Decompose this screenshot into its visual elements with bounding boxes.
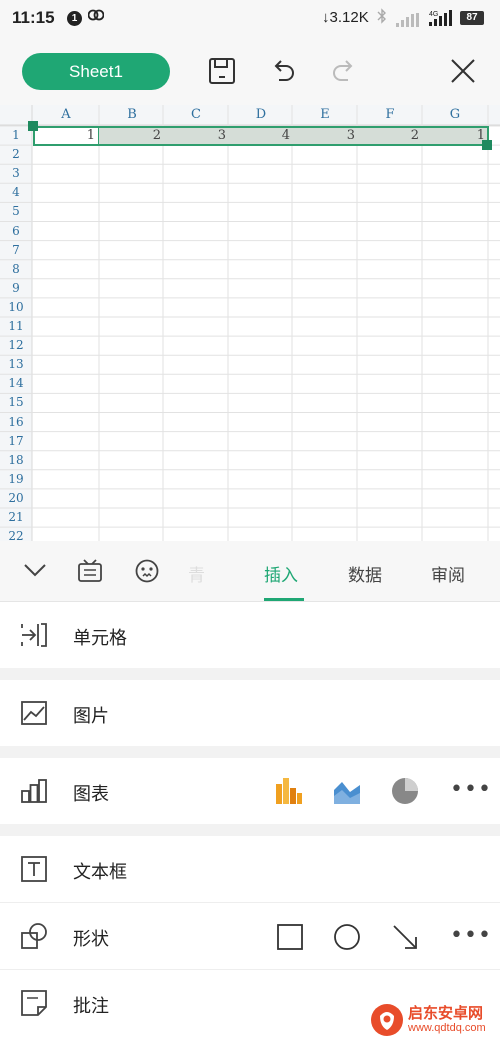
row-header[interactable]: 16 — [0, 413, 32, 432]
undo-icon[interactable] — [267, 54, 301, 88]
cell-f1[interactable]: 2 — [357, 126, 419, 146]
arrow-shape-icon[interactable] — [391, 923, 419, 955]
row-header[interactable]: 15 — [0, 393, 32, 412]
column-header-d[interactable]: D — [228, 105, 294, 125]
active-tab-indicator — [264, 598, 304, 601]
circle-shape-icon[interactable] — [333, 923, 361, 955]
cell-g1[interactable]: 1 — [422, 126, 485, 146]
assistant-face-icon[interactable] — [133, 557, 161, 589]
row-header[interactable]: 8 — [0, 260, 32, 279]
row-header[interactable]: 19 — [0, 470, 32, 489]
column-header-f[interactable]: F — [357, 105, 423, 125]
keyboard-icon[interactable] — [76, 557, 104, 589]
row-header[interactable]: 11 — [0, 317, 32, 336]
row-header[interactable]: 9 — [0, 279, 32, 298]
pie-chart-icon[interactable] — [390, 776, 420, 810]
cell-c1[interactable]: 3 — [163, 126, 226, 146]
notification-badge: 1 — [67, 11, 82, 26]
insert-textbox-label: 文本框 — [73, 862, 127, 883]
top-toolbar: Sheet1 — [0, 38, 500, 105]
cell-e1[interactable]: 3 — [292, 126, 355, 146]
insert-picture-row[interactable]: 图片 — [0, 680, 500, 746]
insert-picture-label: 图片 — [73, 706, 109, 727]
watermark-url: www.qdtdq.com — [408, 1022, 486, 1034]
row-header[interactable]: 18 — [0, 451, 32, 470]
status-bar: 11:15 1 ↓3.12K 4G 87 — [0, 0, 500, 38]
more-shapes-icon[interactable]: ••• — [450, 923, 492, 948]
comment-icon — [20, 989, 48, 1021]
column-header-e[interactable]: E — [292, 105, 358, 125]
network-speed: ↓3.12K — [322, 9, 369, 26]
chart-icon — [20, 777, 48, 809]
section-divider — [0, 746, 500, 758]
row-header[interactable]: 12 — [0, 336, 32, 355]
cell-b1[interactable]: 2 — [99, 126, 161, 146]
status-time: 11:15 — [12, 8, 55, 27]
insert-cell-row[interactable]: 单元格 — [0, 602, 500, 668]
watermark-title: 启东安卓网 — [408, 1004, 484, 1022]
link-icon — [87, 9, 105, 25]
collapse-chevron-icon[interactable] — [22, 559, 48, 585]
insert-chart-label: 图表 — [73, 784, 109, 805]
save-icon[interactable] — [205, 54, 239, 88]
row-header[interactable]: 20 — [0, 489, 32, 508]
area-chart-icon[interactable] — [332, 776, 362, 810]
column-header-g[interactable]: G — [422, 105, 488, 125]
insert-shape-label: 形状 — [73, 929, 109, 950]
more-charts-icon[interactable]: ••• — [450, 777, 492, 802]
section-divider — [0, 668, 500, 680]
spreadsheet-grid[interactable]: A B C D E F G 1 2 3 4 3 2 1 1 2 3 4 5 6 7 8 9 10 1… — [0, 105, 500, 541]
insert-cell-icon — [20, 621, 48, 653]
row-header[interactable]: 10 — [0, 298, 32, 317]
insert-textbox-row[interactable]: 文本框 — [0, 836, 500, 903]
section-divider — [0, 824, 500, 836]
row-header[interactable]: 14 — [0, 374, 32, 393]
tab-insert[interactable]: 插入 — [264, 561, 298, 586]
row-header[interactable]: 6 — [0, 222, 32, 241]
bluetooth-icon — [377, 8, 387, 28]
tab-faded-partial[interactable]: 青 — [188, 561, 205, 586]
row-header[interactable]: 7 — [0, 241, 32, 260]
rectangle-shape-icon[interactable] — [276, 923, 304, 955]
insert-shape-row[interactable]: 形状 ••• — [0, 903, 500, 970]
redo-icon[interactable] — [326, 54, 360, 88]
tab-review[interactable]: 审阅 — [431, 561, 465, 586]
cell-d1[interactable]: 4 — [228, 126, 290, 146]
column-header-c[interactable]: C — [163, 105, 229, 125]
shape-icon — [20, 922, 48, 954]
close-icon[interactable] — [446, 54, 480, 88]
row-header[interactable]: 5 — [0, 202, 32, 221]
insert-chart-row[interactable]: 图表 ••• — [0, 758, 500, 824]
row-header[interactable]: 3 — [0, 164, 32, 183]
row-header[interactable]: 4 — [0, 183, 32, 202]
row-header[interactable]: 17 — [0, 432, 32, 451]
sheet-tab-button[interactable]: Sheet1 — [22, 53, 170, 90]
bar-chart-icon[interactable] — [274, 776, 304, 810]
insert-comment-label: 批注 — [73, 996, 109, 1017]
battery-indicator: 87 — [460, 11, 484, 25]
row-header[interactable]: 1 — [0, 126, 32, 145]
signal-icon — [396, 12, 422, 31]
row-header[interactable]: 13 — [0, 355, 32, 374]
4g-signal-icon: 4G — [429, 9, 455, 31]
site-watermark: 启东安卓网 www.qdtdq.com — [370, 1000, 500, 1039]
row-header[interactable]: 21 — [0, 508, 32, 527]
cell-a1[interactable]: 1 — [33, 126, 95, 146]
ribbon-tab-bar: 青 插入 数据 审阅 — [0, 541, 500, 602]
tab-data[interactable]: 数据 — [348, 561, 382, 586]
row-header[interactable]: 22 — [0, 527, 32, 541]
insert-cell-label: 单元格 — [73, 628, 127, 649]
svg-text:4G: 4G — [429, 11, 438, 18]
row-header[interactable]: 2 — [0, 145, 32, 164]
grid-lines — [0, 105, 500, 541]
textbox-icon — [20, 855, 48, 887]
column-header-b[interactable]: B — [99, 105, 165, 125]
picture-icon — [20, 699, 48, 731]
column-header-a[interactable]: A — [33, 105, 99, 125]
